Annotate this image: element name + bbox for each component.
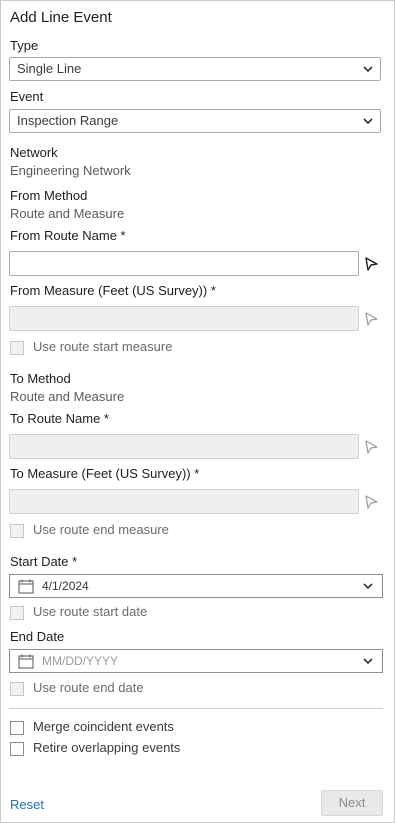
from-method-value: Route and Measure bbox=[10, 206, 125, 221]
next-button[interactable]: Next bbox=[321, 790, 383, 816]
to-method-label: To Method bbox=[10, 371, 71, 386]
to-method-value: Route and Measure bbox=[10, 389, 125, 404]
map-pointer-icon[interactable] bbox=[363, 439, 379, 455]
event-select-value: Inspection Range bbox=[17, 113, 119, 128]
map-pointer-icon[interactable] bbox=[363, 256, 379, 272]
to-measure-label: To Measure (Feet (US Survey)) * bbox=[10, 466, 200, 481]
use-route-end-date-label: Use route end date bbox=[33, 680, 144, 695]
type-label: Type bbox=[10, 38, 39, 53]
use-route-start-date-checkbox[interactable] bbox=[10, 606, 24, 620]
retire-overlapping-events-checkbox[interactable] bbox=[10, 742, 24, 756]
from-measure-input[interactable] bbox=[9, 306, 359, 331]
network-value: Engineering Network bbox=[10, 163, 131, 178]
use-route-start-date-label: Use route start date bbox=[33, 604, 148, 619]
to-measure-input[interactable] bbox=[9, 489, 359, 514]
add-line-event-panel: Add Line Event Type Single Line Event In… bbox=[0, 0, 395, 823]
panel-title: Add Line Event bbox=[10, 9, 112, 26]
divider bbox=[9, 708, 383, 709]
map-pointer-icon[interactable] bbox=[363, 311, 379, 327]
end-date-label: End Date bbox=[10, 629, 65, 644]
calendar-icon bbox=[18, 579, 34, 594]
chevron-down-icon bbox=[363, 118, 373, 125]
type-select-value: Single Line bbox=[17, 61, 82, 76]
map-pointer-icon[interactable] bbox=[363, 494, 379, 510]
chevron-down-icon bbox=[363, 658, 373, 665]
reset-link[interactable]: Reset bbox=[10, 797, 44, 812]
network-label: Network bbox=[10, 145, 58, 160]
use-route-end-measure-checkbox[interactable] bbox=[10, 524, 24, 538]
use-route-start-measure-label: Use route start measure bbox=[33, 339, 173, 354]
end-date-placeholder: MM/DD/YYYY bbox=[42, 654, 119, 668]
event-select[interactable]: Inspection Range bbox=[9, 109, 381, 133]
retire-overlapping-events-label: Retire overlapping events bbox=[33, 740, 181, 755]
event-label: Event bbox=[10, 89, 44, 104]
end-date-picker[interactable]: MM/DD/YYYY bbox=[9, 649, 383, 673]
chevron-down-icon bbox=[363, 66, 373, 73]
start-date-label: Start Date * bbox=[10, 554, 78, 569]
chevron-down-icon bbox=[363, 583, 373, 590]
merge-coincident-events-checkbox[interactable] bbox=[10, 721, 24, 735]
merge-coincident-events-label: Merge coincident events bbox=[33, 719, 174, 734]
from-method-label: From Method bbox=[10, 188, 88, 203]
from-measure-label: From Measure (Feet (US Survey)) * bbox=[10, 283, 216, 298]
use-route-start-measure-checkbox[interactable] bbox=[10, 341, 24, 355]
start-date-picker[interactable]: 4/1/2024 bbox=[9, 574, 383, 598]
use-route-end-measure-label: Use route end measure bbox=[33, 522, 169, 537]
use-route-end-date-checkbox[interactable] bbox=[10, 682, 24, 696]
from-route-label: From Route Name * bbox=[10, 228, 126, 243]
calendar-icon bbox=[18, 654, 34, 669]
type-select[interactable]: Single Line bbox=[9, 57, 381, 81]
start-date-value: 4/1/2024 bbox=[42, 579, 89, 593]
from-route-input[interactable] bbox=[9, 251, 359, 276]
to-route-input[interactable] bbox=[9, 434, 359, 459]
to-route-label: To Route Name * bbox=[10, 411, 109, 426]
